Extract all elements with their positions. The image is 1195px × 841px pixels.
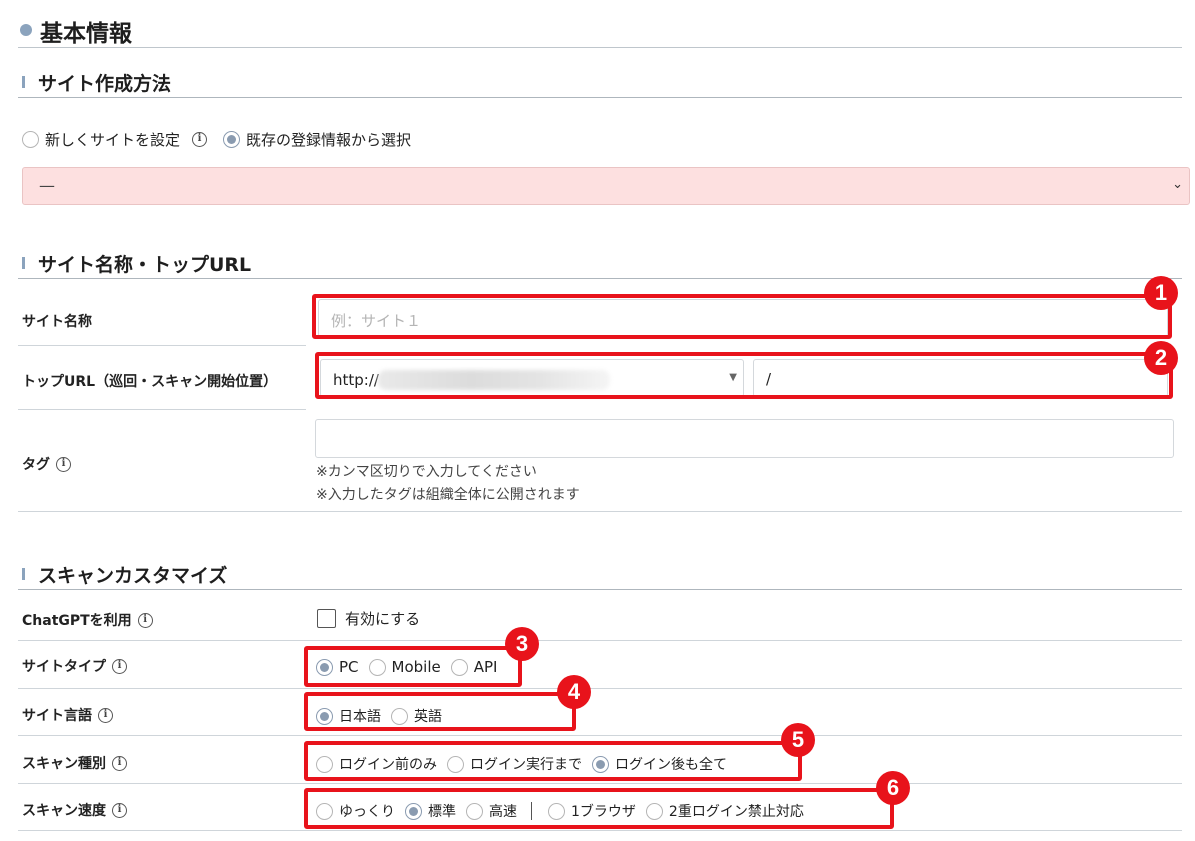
tag-label: タグ	[22, 457, 50, 473]
scan-speed-label-group: スキャン速度 i	[22, 800, 127, 820]
callout-badge-1: 1	[1144, 276, 1178, 310]
heading-bar-icon	[22, 257, 25, 269]
chatgpt-checkbox[interactable]	[317, 609, 336, 628]
tag-label-group: タグ i	[22, 454, 71, 474]
select-value: —	[39, 176, 55, 195]
site-lang-label-group: サイト言語 i	[22, 705, 113, 725]
info-icon[interactable]: i	[112, 755, 127, 771]
callout-box-4	[304, 692, 576, 731]
radio-existing[interactable]: 既存の登録情報から選択	[223, 129, 411, 150]
info-icon[interactable]: i	[112, 658, 127, 674]
row-divider	[18, 783, 1182, 784]
scan-kind-label: スキャン種別	[22, 756, 106, 772]
row-divider	[18, 640, 1182, 641]
site-type-label: サイトタイプ	[22, 659, 106, 675]
row-divider	[18, 688, 1182, 689]
row-divider	[18, 830, 1182, 831]
section-heading-basic-info: 基本情報	[18, 10, 1182, 48]
callout-box-5	[304, 741, 802, 781]
info-icon[interactable]: i	[98, 707, 113, 723]
scan-speed-label: スキャン速度	[22, 803, 106, 819]
row-divider	[18, 511, 1182, 512]
callout-badge-3: 3	[505, 627, 539, 661]
checkbox-label: 有効にする	[345, 610, 421, 628]
chatgpt-label-group: ChatGPTを利用 i	[22, 610, 153, 630]
row-divider	[18, 345, 306, 346]
bullet-dot-icon	[20, 24, 32, 36]
info-icon[interactable]: i	[137, 612, 153, 628]
tag-note: ※入力したタグは組織全体に公開されます	[316, 487, 580, 503]
page-title: 基本情報	[40, 21, 132, 47]
chevron-down-icon: ⌄	[1172, 177, 1183, 192]
tag-input[interactable]	[315, 419, 1174, 458]
row-divider	[18, 735, 1182, 736]
radio-label: 既存の登録情報から選択	[246, 131, 412, 149]
site-creation-options: 新しくサイトを設定 i 既存の登録情報から選択	[22, 129, 421, 150]
section-heading-site-name-url: サイト名称・トップURL	[18, 249, 1182, 279]
callout-badge-4: 4	[557, 675, 591, 709]
section-heading-site-creation: サイト作成方法	[18, 68, 1182, 98]
existing-site-select[interactable]: — ⌄	[22, 167, 1190, 205]
callout-box-6	[304, 788, 894, 829]
callout-badge-6: 6	[876, 771, 910, 805]
chatgpt-checkbox-group[interactable]: 有効にする	[317, 608, 420, 629]
scan-kind-label-group: スキャン種別 i	[22, 753, 127, 773]
heading-bar-icon	[22, 76, 25, 88]
callout-box-1	[312, 294, 1172, 339]
tag-note: ※カンマ区切りで入力してください	[316, 464, 537, 480]
callout-box-2	[315, 352, 1173, 399]
section-title: スキャンカスタマイズ	[38, 565, 228, 587]
top-url-label: トップURL（巡回・スキャン開始位置）	[22, 374, 278, 390]
section-heading-scan-custom: スキャンカスタマイズ	[18, 560, 1182, 590]
site-type-label-group: サイトタイプ i	[22, 656, 127, 676]
callout-badge-5: 5	[781, 723, 815, 757]
site-name-label: サイト名称	[22, 314, 92, 330]
heading-bar-icon	[22, 568, 25, 580]
callout-badge-2: 2	[1144, 341, 1178, 375]
info-icon[interactable]: i	[192, 132, 208, 147]
site-lang-label: サイト言語	[22, 708, 92, 724]
section-title: サイト作成方法	[38, 73, 172, 95]
info-icon[interactable]: i	[56, 456, 71, 472]
row-divider	[18, 409, 306, 410]
radio-circle-selected[interactable]	[223, 131, 241, 148]
radio-label: 新しくサイトを設定	[45, 131, 181, 149]
callout-box-3	[304, 646, 522, 687]
radio-new-site[interactable]: 新しくサイトを設定 i	[22, 129, 208, 150]
section-title: サイト名称・トップURL	[38, 254, 252, 276]
radio-circle[interactable]	[22, 131, 39, 148]
info-icon[interactable]: i	[112, 802, 127, 818]
chatgpt-label: ChatGPTを利用	[22, 613, 132, 629]
